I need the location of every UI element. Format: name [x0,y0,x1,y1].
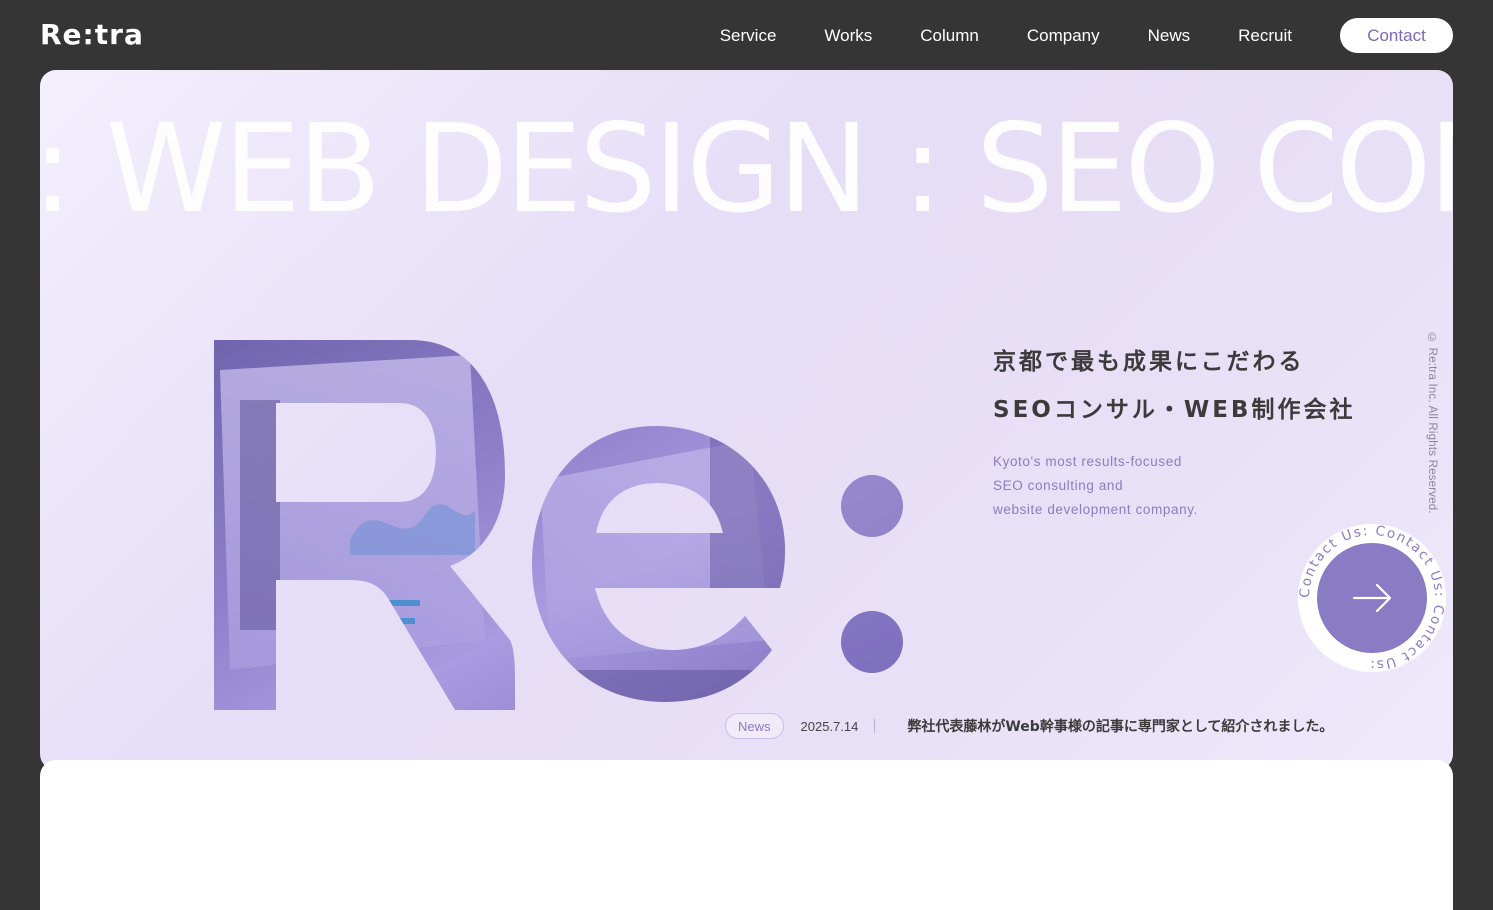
copyright-vertical: © Re:tra Inc. All Rights Reserved. [1426,332,1438,514]
contact-button[interactable]: Contact [1340,18,1453,53]
nav-company[interactable]: Company [1027,26,1100,46]
site-header: Re:tra Service Works Column Company News… [0,0,1493,70]
news-ticker[interactable]: News 2025.7.14 弊社代表藤林がWeb幹事様の記事に専門家として紹介… [725,713,1333,739]
hero-sub-line1: Kyoto's most results-focused [993,454,1182,469]
hero-subtext: Kyoto's most results-focused SEO consult… [993,450,1198,522]
contact-circle-button[interactable]: Contact Us: Contact Us: Contact Us: [1297,523,1447,673]
logo[interactable]: Re:tra [40,18,144,51]
nav-column[interactable]: Column [920,26,979,46]
hero-section: : WEB DESIGN : SEO CON 京都で最も成果にこだわる SEOコ… [40,70,1453,770]
news-date: 2025.7.14 [800,718,859,734]
hero-sub-line2: SEO consulting and [993,478,1124,493]
news-tag: News [725,713,784,739]
hero-sub-line3: website development company. [993,502,1198,517]
nav-news[interactable]: News [1148,26,1191,46]
nav-service[interactable]: Service [720,26,777,46]
news-divider [874,719,876,733]
news-headline-link[interactable]: 弊社代表藤林がWeb幹事様の記事に専門家として紹介されました。 [907,716,1333,736]
nav-works[interactable]: Works [824,26,872,46]
hero-tagline-line1: 京都で最も成果にこだわる [993,349,1305,375]
lower-content-section [40,760,1453,910]
hero-tagline-line2: SEOコンサル・WEB制作会社 [993,397,1356,423]
hero-marquee: : WEB DESIGN : SEO CON [40,98,1453,240]
hero-tagline: 京都で最も成果にこだわる SEOコンサル・WEB制作会社 [993,338,1355,434]
nav-recruit[interactable]: Recruit [1238,26,1292,46]
main-nav: Service Works Column Company News Recrui… [720,18,1453,53]
hero-re-mark [214,340,903,710]
